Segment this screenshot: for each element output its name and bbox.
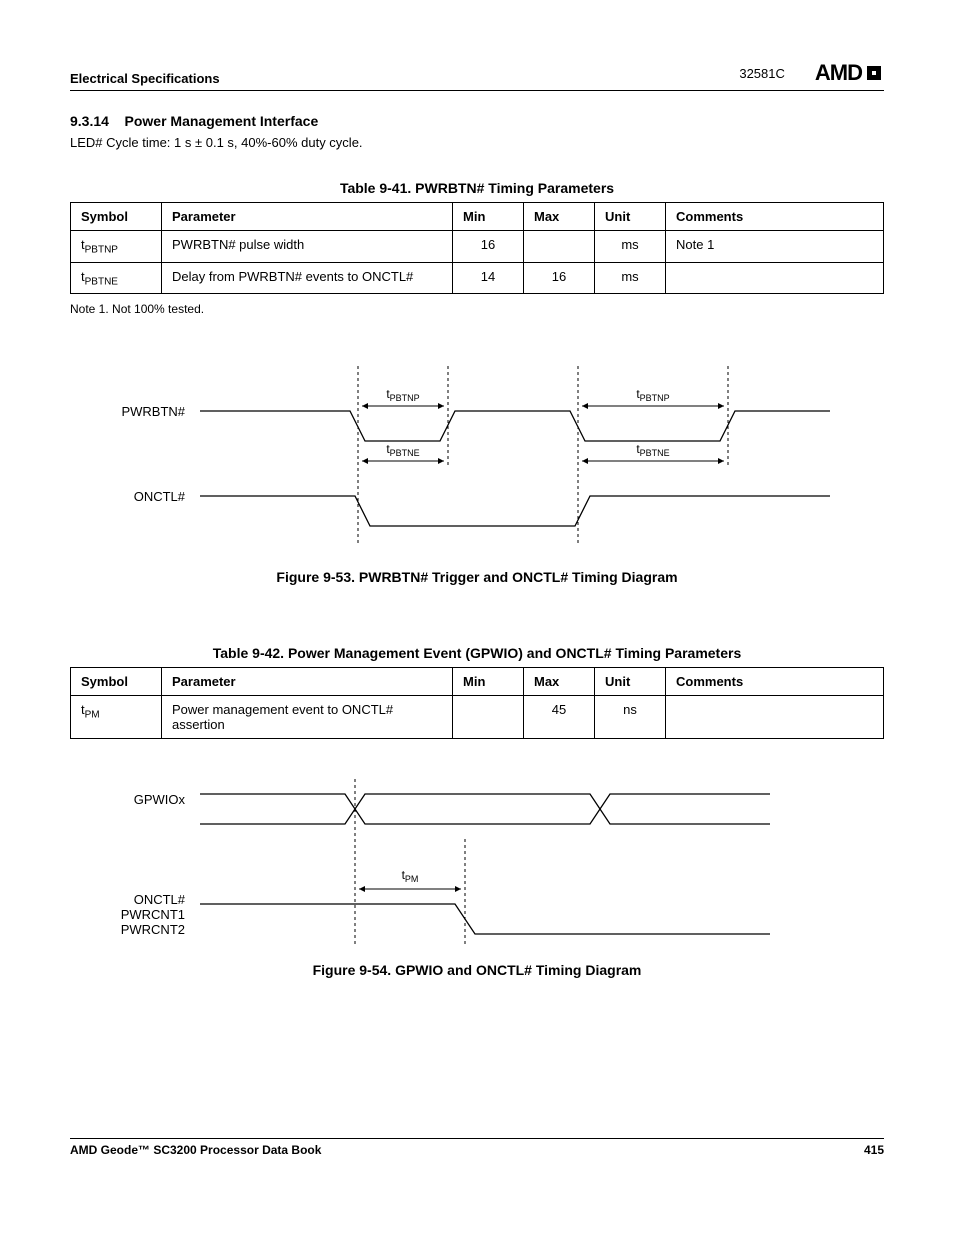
th-unit: Unit bbox=[595, 668, 666, 696]
svg-text:tPBTNP: tPBTNP bbox=[636, 387, 669, 403]
page-header: Electrical Specifications 32581C AMD bbox=[70, 0, 884, 91]
th-symbol: Symbol bbox=[71, 668, 162, 696]
section-heading: 9.3.14 Power Management Interface bbox=[70, 113, 884, 129]
cell-max bbox=[524, 231, 595, 263]
cell-symbol: tPBTNP bbox=[71, 231, 162, 263]
th-unit: Unit bbox=[595, 203, 666, 231]
cell-symbol: tPBTNE bbox=[71, 262, 162, 294]
cell-min bbox=[453, 696, 524, 739]
svg-text:tPM: tPM bbox=[402, 868, 419, 884]
cell-min: 16 bbox=[453, 231, 524, 263]
table-header-row: Symbol Parameter Min Max Unit Comments bbox=[71, 203, 884, 231]
footer-page-number: 415 bbox=[864, 1143, 884, 1157]
figure-54-diagram: GPWIOx ONCTL# PWRCNT1 PWRCNT2 tPM bbox=[70, 779, 884, 952]
table-row: tPM Power management event to ONCTL# ass… bbox=[71, 696, 884, 739]
cell-unit: ms bbox=[595, 231, 666, 263]
cell-unit: ms bbox=[595, 262, 666, 294]
onctl-label: ONCTL# bbox=[134, 489, 186, 504]
pwrbtn-label: PWRBTN# bbox=[121, 404, 185, 419]
svg-text:tPBTNE: tPBTNE bbox=[636, 442, 669, 458]
onctl-label: ONCTL# bbox=[134, 892, 186, 907]
section-number: 9.3.14 bbox=[70, 113, 109, 129]
cell-parameter: Delay from PWRBTN# events to ONCTL# bbox=[162, 262, 453, 294]
svg-text:tPBTNE: tPBTNE bbox=[386, 442, 419, 458]
cell-max: 16 bbox=[524, 262, 595, 294]
table-41: Symbol Parameter Min Max Unit Comments t… bbox=[70, 202, 884, 294]
table-header-row: Symbol Parameter Min Max Unit Comments bbox=[71, 668, 884, 696]
th-comments: Comments bbox=[666, 203, 884, 231]
th-parameter: Parameter bbox=[162, 668, 453, 696]
cell-parameter: PWRBTN# pulse width bbox=[162, 231, 453, 263]
th-max: Max bbox=[524, 203, 595, 231]
figure-53-diagram: PWRBTN# ONCTL# tPBTNP tPBTNP tPBTNE tPBT… bbox=[70, 366, 884, 559]
figure-54-caption: Figure 9-54. GPWIO and ONCTL# Timing Dia… bbox=[70, 962, 884, 978]
led-cycle-text: LED# Cycle time: 1 s ± 0.1 s, 40%-60% du… bbox=[70, 135, 884, 150]
table-41-note: Note 1. Not 100% tested. bbox=[70, 302, 884, 316]
table-row: tPBTNE Delay from PWRBTN# events to ONCT… bbox=[71, 262, 884, 294]
cell-comments bbox=[666, 262, 884, 294]
table-42-caption: Table 9-42. Power Management Event (GPWI… bbox=[70, 645, 884, 661]
cell-unit: ns bbox=[595, 696, 666, 739]
svg-text:tPBTNP: tPBTNP bbox=[386, 387, 419, 403]
pwrcnt1-label: PWRCNT1 bbox=[121, 907, 185, 922]
th-parameter: Parameter bbox=[162, 203, 453, 231]
amd-logo-icon: AMD bbox=[815, 60, 884, 86]
th-max: Max bbox=[524, 668, 595, 696]
pwrcnt2-label: PWRCNT2 bbox=[121, 922, 185, 937]
figure-53-caption: Figure 9-53. PWRBTN# Trigger and ONCTL# … bbox=[70, 569, 884, 585]
table-41-caption: Table 9-41. PWRBTN# Timing Parameters bbox=[70, 180, 884, 196]
cell-symbol: tPM bbox=[71, 696, 162, 739]
doc-number: 32581C bbox=[739, 66, 785, 81]
th-min: Min bbox=[453, 668, 524, 696]
th-symbol: Symbol bbox=[71, 203, 162, 231]
cell-parameter: Power management event to ONCTL# asserti… bbox=[162, 696, 453, 739]
page-footer: AMD Geode™ SC3200 Processor Data Book 41… bbox=[70, 1138, 884, 1157]
th-min: Min bbox=[453, 203, 524, 231]
gpwiox-label: GPWIOx bbox=[134, 792, 186, 807]
table-row: tPBTNP PWRBTN# pulse width 16 ms Note 1 bbox=[71, 231, 884, 263]
table-42: Symbol Parameter Min Max Unit Comments t… bbox=[70, 667, 884, 739]
header-section-name: Electrical Specifications bbox=[70, 71, 220, 86]
cell-max: 45 bbox=[524, 696, 595, 739]
header-right-group: 32581C AMD bbox=[739, 60, 884, 86]
footer-book-title: AMD Geode™ SC3200 Processor Data Book bbox=[70, 1143, 321, 1157]
section-title-text: Power Management Interface bbox=[125, 113, 319, 129]
cell-comments bbox=[666, 696, 884, 739]
cell-comments: Note 1 bbox=[666, 231, 884, 263]
cell-min: 14 bbox=[453, 262, 524, 294]
th-comments: Comments bbox=[666, 668, 884, 696]
